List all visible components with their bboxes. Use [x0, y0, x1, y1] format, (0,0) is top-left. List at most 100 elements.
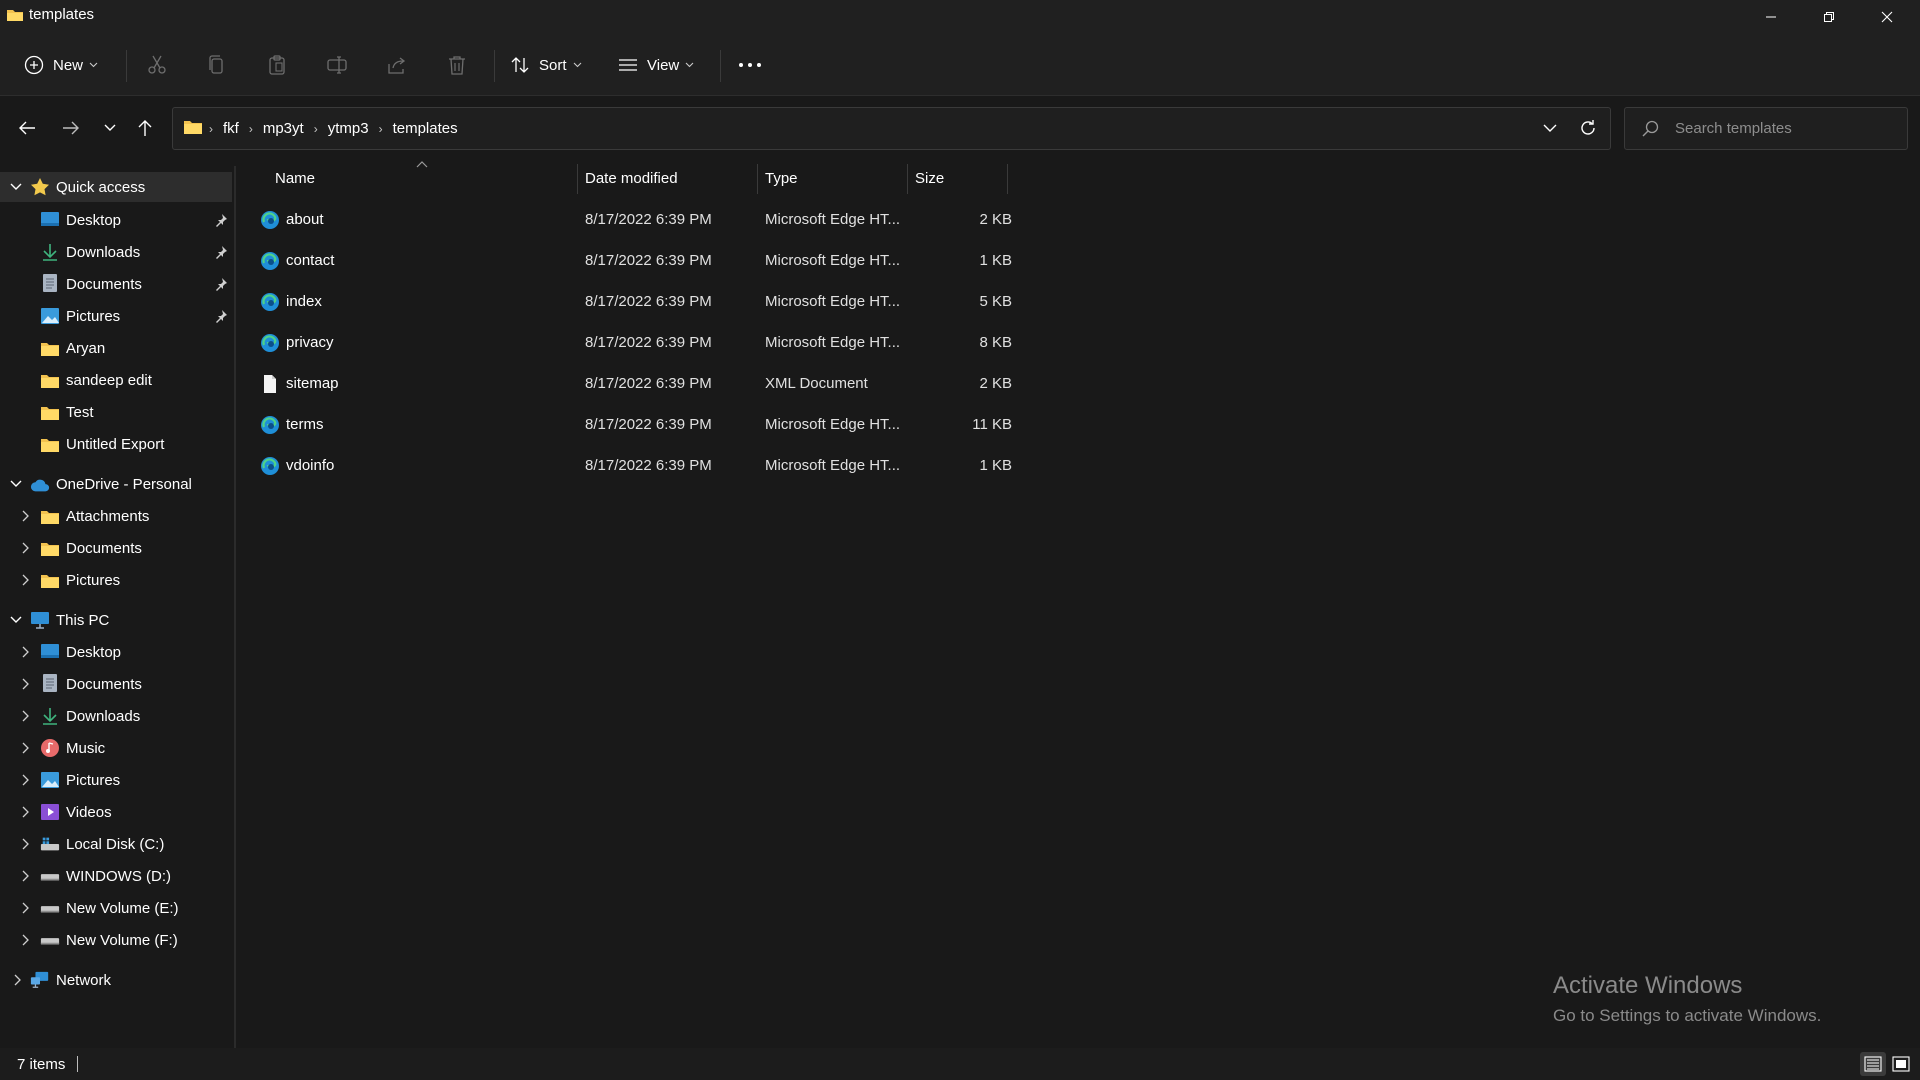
- chevron-right-icon[interactable]: [20, 542, 32, 554]
- view-button[interactable]: View: [618, 47, 694, 83]
- nav-item-pc-music[interactable]: Music: [0, 733, 232, 763]
- file-row-contact[interactable]: contact 8/17/2022 6:39 PM Microsoft Edge…: [254, 243, 1012, 279]
- forward-button[interactable]: [55, 112, 87, 144]
- delete-button[interactable]: [446, 47, 468, 83]
- new-button[interactable]: New: [24, 47, 98, 83]
- chevron-right-icon[interactable]: [20, 774, 32, 786]
- large-icons-view-button[interactable]: [1888, 1052, 1914, 1076]
- breadcrumb-separator-icon[interactable]: ›: [314, 122, 318, 136]
- nav-item-pc-videos[interactable]: Videos: [0, 797, 232, 827]
- see-more-button[interactable]: [738, 47, 762, 83]
- sort-button[interactable]: Sort: [510, 47, 582, 83]
- breadcrumb-separator-icon[interactable]: ›: [249, 122, 253, 136]
- recent-locations-button[interactable]: [94, 112, 126, 144]
- address-bar[interactable]: › fkf › mp3yt › ytmp3 › templates: [172, 107, 1611, 150]
- nav-item-sandeep-edit[interactable]: sandeep edit: [0, 365, 232, 395]
- chevron-right-icon[interactable]: [20, 838, 32, 850]
- breadcrumb-item-templates[interactable]: templates: [393, 120, 458, 137]
- breadcrumb-separator-icon: ›: [209, 121, 213, 136]
- chevron-right-icon[interactable]: [20, 646, 32, 658]
- nav-item-downloads[interactable]: Downloads: [0, 237, 232, 267]
- chevron-right-icon[interactable]: [20, 678, 32, 690]
- copy-button[interactable]: [206, 47, 228, 83]
- file-size: 2 KB: [979, 211, 1012, 228]
- nav-item-new-volume-e[interactable]: New Volume (E:): [0, 893, 232, 923]
- nav-item-new-volume-f[interactable]: New Volume (F:): [0, 925, 232, 955]
- back-button[interactable]: [11, 112, 43, 144]
- file-row-index[interactable]: index 8/17/2022 6:39 PM Microsoft Edge H…: [254, 284, 1012, 320]
- column-header-size[interactable]: Size: [915, 162, 944, 194]
- breadcrumb-item-mp3yt[interactable]: mp3yt: [263, 120, 304, 137]
- file-name: sitemap: [286, 375, 339, 392]
- chevron-down-icon[interactable]: [10, 478, 22, 490]
- file-row-sitemap[interactable]: sitemap 8/17/2022 6:39 PM XML Document 2…: [254, 366, 1012, 402]
- up-button[interactable]: [129, 112, 161, 144]
- rename-button[interactable]: [326, 47, 348, 83]
- file-row-vdoinfo[interactable]: vdoinfo 8/17/2022 6:39 PM Microsoft Edge…: [254, 448, 1012, 484]
- address-history-button[interactable]: [1542, 118, 1558, 142]
- nav-label: Local Disk (C:): [66, 836, 165, 853]
- nav-item-untitled-export[interactable]: Untitled Export: [0, 429, 232, 459]
- share-button[interactable]: [386, 47, 408, 83]
- column-resize-handle[interactable]: [907, 164, 908, 194]
- nav-item-desktop[interactable]: Desktop: [0, 205, 232, 235]
- nav-item-documents[interactable]: Documents: [0, 269, 232, 299]
- nav-this-pc[interactable]: This PC: [0, 605, 232, 635]
- nav-network[interactable]: Network: [0, 965, 232, 995]
- file-row-about[interactable]: about 8/17/2022 6:39 PM Microsoft Edge H…: [254, 202, 1012, 238]
- nav-item-onedrive-pictures[interactable]: Pictures: [0, 565, 232, 595]
- search-box[interactable]: Search templates: [1624, 107, 1908, 150]
- breadcrumb-item-fkf[interactable]: fkf: [223, 120, 239, 137]
- nav-item-aryan[interactable]: Aryan: [0, 333, 232, 363]
- nav-item-pc-documents[interactable]: Documents: [0, 669, 232, 699]
- refresh-button[interactable]: [1578, 117, 1598, 143]
- file-size: 8 KB: [979, 334, 1012, 351]
- chevron-right-icon[interactable]: [20, 902, 32, 914]
- paste-button[interactable]: [266, 47, 288, 83]
- column-header-date[interactable]: Date modified: [585, 162, 678, 194]
- documents-icon: [40, 673, 60, 693]
- column-resize-handle[interactable]: [577, 164, 578, 194]
- nav-item-windows-d[interactable]: WINDOWS (D:): [0, 861, 232, 891]
- file-type: XML Document: [765, 375, 868, 392]
- file-row-privacy[interactable]: privacy 8/17/2022 6:39 PM Microsoft Edge…: [254, 325, 1012, 361]
- chevron-right-icon[interactable]: [20, 934, 32, 946]
- search-input[interactable]: Search templates: [1675, 120, 1792, 137]
- breadcrumb-item-ytmp3[interactable]: ytmp3: [328, 120, 369, 137]
- nav-quick-access[interactable]: Quick access: [0, 172, 232, 202]
- column-header-name[interactable]: Name: [275, 162, 315, 194]
- nav-item-pc-downloads[interactable]: Downloads: [0, 701, 232, 731]
- chevron-right-icon[interactable]: [20, 710, 32, 722]
- nav-item-pictures[interactable]: Pictures: [0, 301, 232, 331]
- cut-button[interactable]: [146, 47, 168, 83]
- chevron-right-icon[interactable]: [20, 510, 32, 522]
- nav-onedrive[interactable]: OneDrive - Personal: [0, 469, 232, 499]
- chevron-right-icon[interactable]: [20, 574, 32, 586]
- chevron-right-icon[interactable]: [12, 974, 24, 986]
- pane-divider[interactable]: [234, 166, 236, 1048]
- nav-item-pc-pictures[interactable]: Pictures: [0, 765, 232, 795]
- edge-icon: [260, 210, 280, 234]
- chevron-right-icon[interactable]: [20, 870, 32, 882]
- minimize-button[interactable]: [1742, 0, 1800, 34]
- chevron-down-icon[interactable]: [10, 181, 22, 193]
- nav-item-local-disk-c[interactable]: Local Disk (C:): [0, 829, 232, 859]
- chevron-right-icon[interactable]: [20, 806, 32, 818]
- details-view-button[interactable]: [1860, 1052, 1886, 1076]
- file-row-terms[interactable]: terms 8/17/2022 6:39 PM Microsoft Edge H…: [254, 407, 1012, 443]
- restore-button[interactable]: [1800, 0, 1858, 34]
- column-resize-handle[interactable]: [1007, 164, 1008, 194]
- folder-icon: [40, 403, 60, 423]
- chevron-down-icon[interactable]: [10, 614, 22, 626]
- chevron-right-icon[interactable]: [20, 742, 32, 754]
- close-button[interactable]: [1858, 0, 1916, 34]
- nav-item-attachments[interactable]: Attachments: [0, 501, 232, 531]
- nav-item-onedrive-documents[interactable]: Documents: [0, 533, 232, 563]
- breadcrumb-separator-icon[interactable]: ›: [379, 122, 383, 136]
- nav-item-test[interactable]: Test: [0, 397, 232, 427]
- sort-icon: [511, 57, 529, 73]
- column-resize-handle[interactable]: [757, 164, 758, 194]
- nav-item-pc-desktop[interactable]: Desktop: [0, 637, 232, 667]
- column-header-type[interactable]: Type: [765, 162, 798, 194]
- column-header-label: Name: [275, 169, 316, 187]
